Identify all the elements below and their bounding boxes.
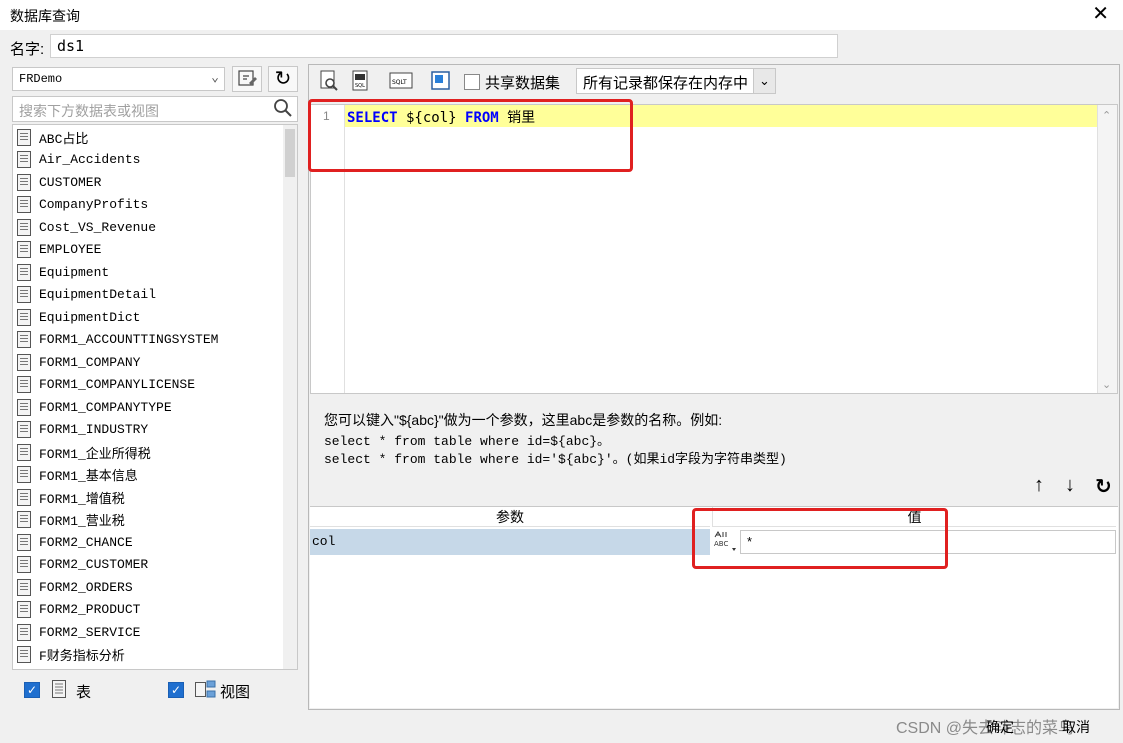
table-item[interactable]: FORM2_CHANCE [17, 531, 133, 553]
memory-mode-select[interactable]: 所有记录都保存在内存中 ⌄ [576, 68, 776, 94]
table-row[interactable] [310, 529, 710, 555]
svg-text:SQL: SQL [355, 83, 365, 89]
sql-file-icon[interactable]: SQL [348, 68, 374, 94]
table-item[interactable]: EMPLOYEE [17, 238, 101, 260]
table-icon [17, 173, 31, 191]
view-icon [195, 680, 217, 700]
table-item[interactable]: Cost_VS_Revenue [17, 216, 156, 238]
scroll-down-icon[interactable]: ⌄ [1102, 378, 1111, 391]
table-icon [17, 218, 31, 236]
move-up-icon[interactable]: ↑ [1034, 474, 1044, 497]
table-item[interactable]: Air_Accidents [17, 148, 140, 170]
table-item[interactable]: FORM1_ACCOUNTTINGSYSTEM [17, 328, 218, 350]
table-icon [17, 398, 31, 416]
edit-connection-button[interactable] [232, 66, 262, 92]
svg-text:SQLT: SQLT [392, 79, 407, 86]
table-icon [17, 623, 31, 641]
preview-icon[interactable] [316, 68, 342, 94]
table-icon [17, 353, 31, 371]
table-item[interactable]: F财务指标分析 [17, 643, 125, 665]
window-title: 数据库查询 [10, 8, 80, 24]
editor-scrollbar[interactable]: ⌃ ⌄ [1097, 105, 1117, 393]
table-item[interactable]: FORM2_SERVICE [17, 621, 140, 643]
param-name-cell: col [312, 534, 336, 549]
table-item[interactable]: FORM1_企业所得税 [17, 441, 151, 463]
name-label: 名字: [10, 41, 45, 58]
title-bar [0, 0, 1123, 30]
table-icon [17, 308, 31, 326]
column-header-param: 参数 [310, 507, 710, 527]
refresh-params-icon[interactable]: ↻ [1095, 474, 1112, 499]
share-dataset-label: 共享数据集 [485, 75, 561, 92]
table-item[interactable]: FORM1_基本信息 [17, 463, 138, 485]
table-item[interactable]: EquipmentDetail [17, 283, 156, 305]
hint-text: 您可以键入"${abc}"做为一个参数，这里abc是参数的名称。例如: [324, 412, 723, 428]
table-icon [17, 533, 31, 551]
table-icon [17, 600, 31, 618]
table-icon [17, 240, 31, 258]
table-item[interactable]: FORM1_COMPANY [17, 351, 140, 373]
table-item[interactable]: FORM1_INDUSTRY [17, 418, 148, 440]
table-icon [17, 150, 31, 168]
edit-connection-icon [238, 70, 257, 86]
list-filter-bar: ✓ 表 ✓ 视图 [12, 672, 298, 708]
table-item[interactable]: CUSTOMER [17, 171, 101, 193]
table-item[interactable]: FORM1_COMPANYTYPE [17, 396, 172, 418]
scroll-up-icon[interactable]: ⌃ [1102, 109, 1111, 122]
search-input[interactable]: 搜索下方数据表或视图 [12, 96, 298, 122]
scrollbar-thumb[interactable] [285, 129, 295, 177]
hint-example: select * from table where id=${abc}。 [324, 434, 611, 449]
table-list[interactable]: ABC占比 Air_Accidents CUSTOMER CompanyProf… [12, 124, 298, 670]
table-item[interactable]: EquipmentDict [17, 306, 140, 328]
share-dataset-checkbox[interactable] [464, 74, 480, 90]
chevron-down-icon: ⌄ [211, 70, 219, 85]
annotation-highlight-sql [308, 99, 633, 172]
move-down-icon[interactable]: ↓ [1065, 474, 1075, 497]
refresh-icon[interactable]: ↻ [268, 66, 298, 92]
table-icon [17, 488, 31, 506]
ok-button[interactable]: 确定 [986, 717, 1014, 737]
table-item[interactable]: FORM2_PRODUCT [17, 598, 140, 620]
table-icon [17, 555, 31, 573]
table-item[interactable]: FORM1_增值税 [17, 486, 125, 508]
table-icon [17, 443, 31, 461]
table-icon [17, 420, 31, 438]
parameter-panel-icon[interactable] [428, 68, 454, 94]
table-icon [17, 510, 31, 528]
database-select[interactable]: FRDemo ⌄ [12, 67, 225, 91]
table-icon [17, 578, 31, 596]
close-icon[interactable]: ✕ [1092, 4, 1109, 24]
list-scrollbar[interactable] [283, 125, 297, 669]
table-icon [17, 645, 31, 663]
table-icon [17, 263, 31, 281]
search-icon[interactable] [272, 97, 294, 119]
annotation-highlight-value [692, 508, 948, 569]
table-icon [17, 285, 31, 303]
hint-example: select * from table where id='${abc}'。(如… [324, 452, 787, 467]
table-icon [52, 680, 66, 698]
show-views-label: 视图 [220, 684, 251, 701]
table-item[interactable]: Equipment [17, 261, 109, 283]
table-item[interactable]: FORM1_COMPANYLICENSE [17, 373, 195, 395]
table-icon [17, 465, 31, 483]
show-tables-label: 表 [76, 684, 92, 701]
table-item[interactable]: FORM1_营业税 [17, 508, 125, 530]
table-icon [17, 330, 31, 348]
table-icon [17, 195, 31, 213]
table-icon [17, 375, 31, 393]
table-icon [17, 128, 31, 146]
cancel-button[interactable]: 取消 [1062, 717, 1090, 737]
database-select-value: FRDemo [19, 72, 63, 86]
table-item[interactable]: CompanyProfits [17, 193, 148, 215]
sql-template-icon[interactable]: SQLT [388, 68, 414, 94]
show-views-checkbox[interactable]: ✓ [168, 682, 184, 698]
table-item[interactable]: FORM2_ORDERS [17, 576, 133, 598]
table-item[interactable]: ABC占比 [17, 126, 88, 148]
show-tables-checkbox[interactable]: ✓ [24, 682, 40, 698]
memory-mode-value: 所有记录都保存在内存中 [583, 75, 749, 92]
table-item[interactable]: FORM2_CUSTOMER [17, 553, 148, 575]
chevron-down-icon: ⌄ [753, 69, 775, 93]
name-input[interactable]: ds1 [50, 34, 838, 58]
